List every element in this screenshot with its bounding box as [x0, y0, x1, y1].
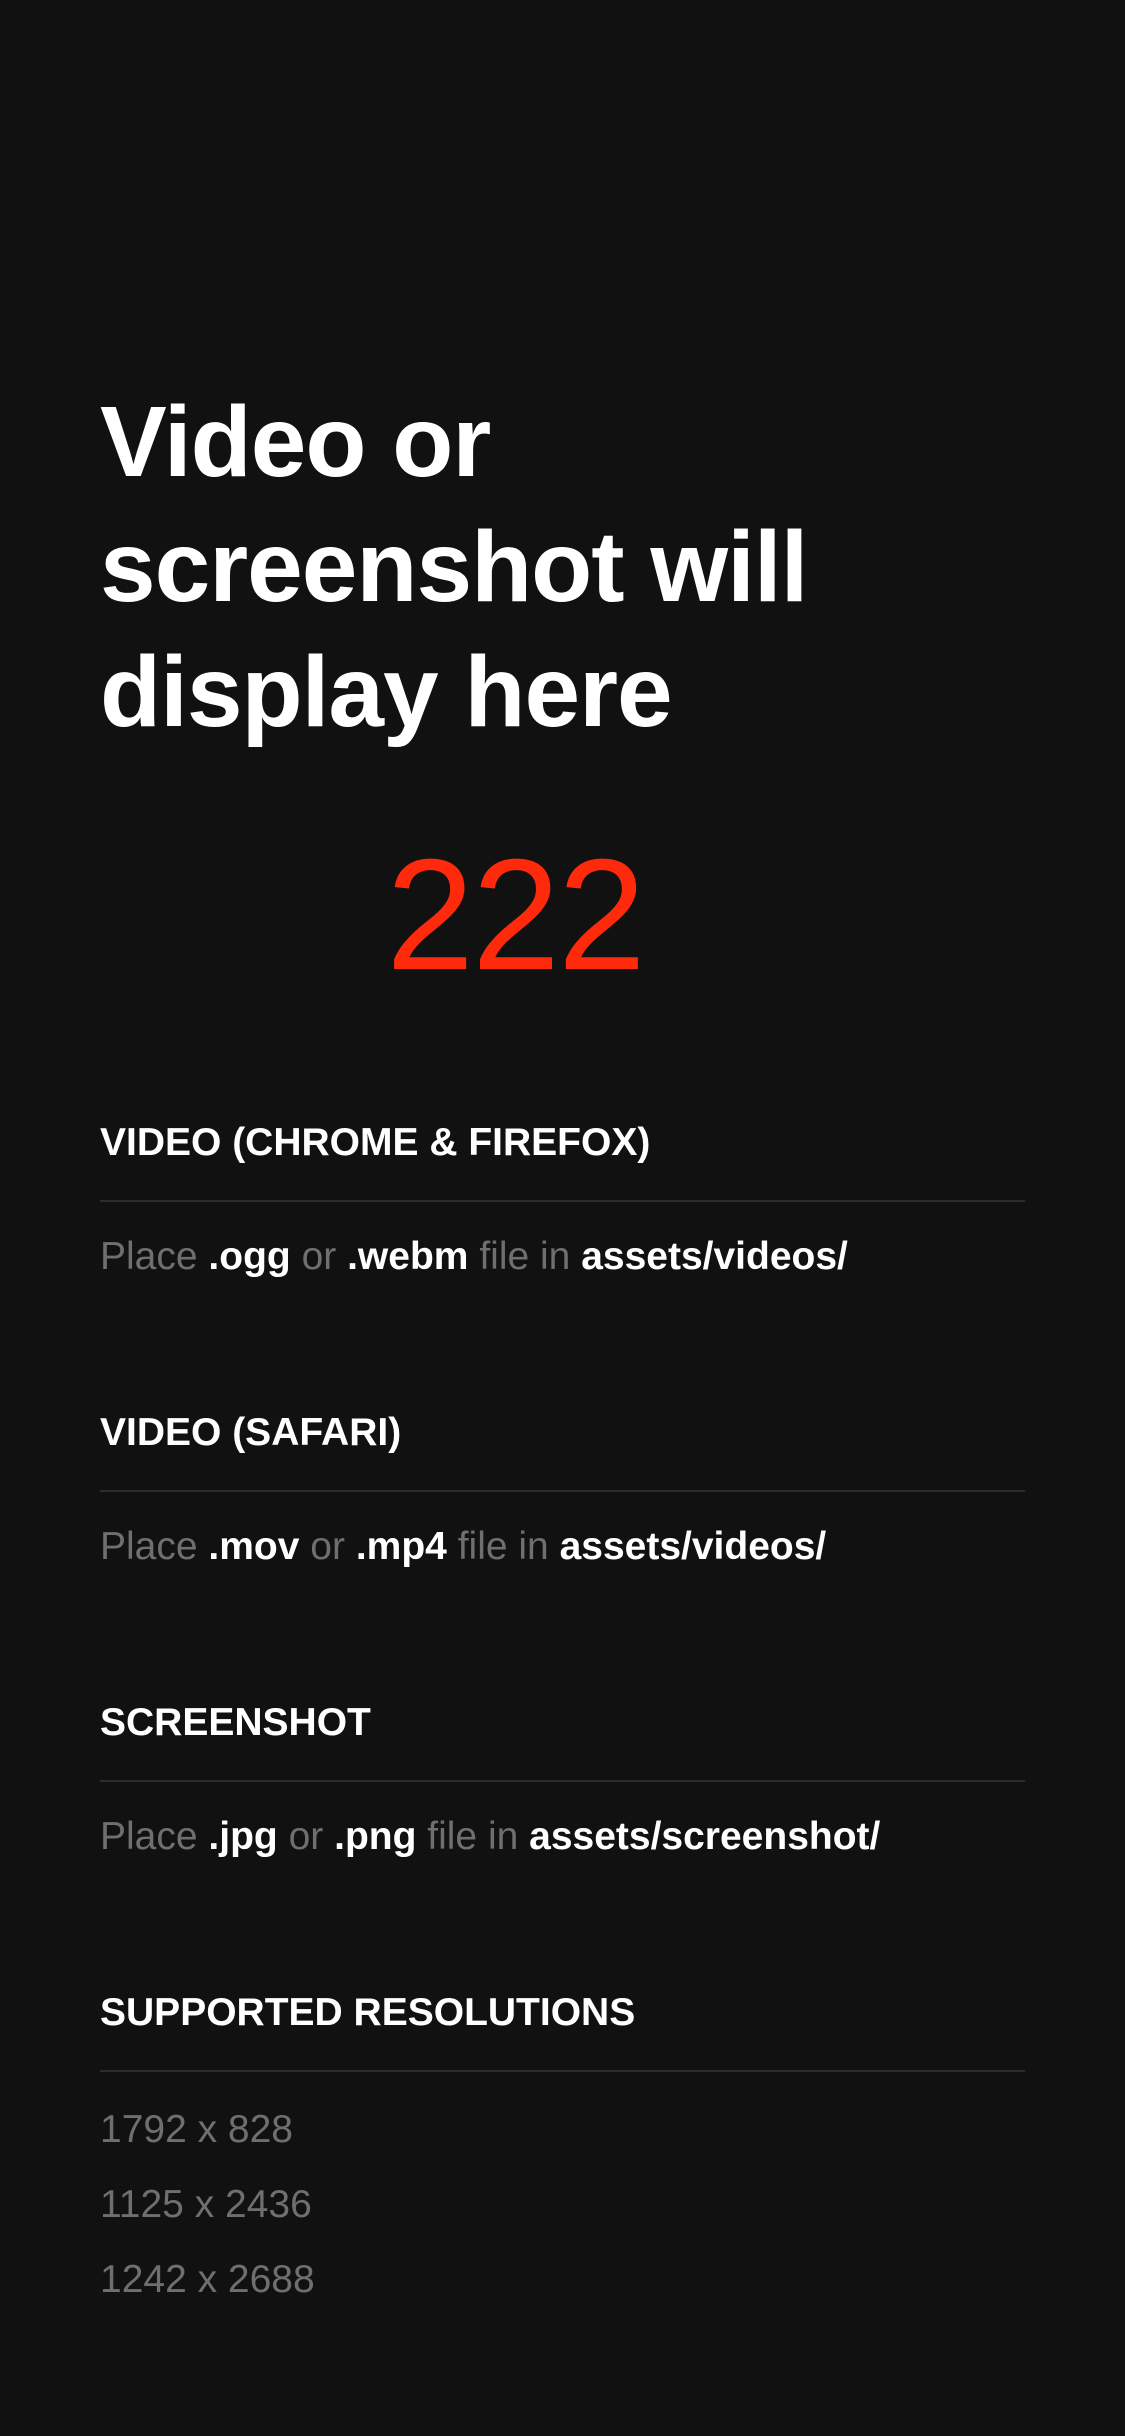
section-video-chrome-firefox: VIDEO (CHROME & FIREFOX) Place .ogg or .…: [100, 1118, 1025, 1282]
instruction-ext-secondary: .png: [334, 1815, 417, 1858]
resolution-item: 1125 x 2436: [100, 2183, 312, 2226]
instruction-file-in: file in: [457, 1525, 549, 1568]
section-instruction: Place .ogg or .webm file in assets/video…: [100, 1202, 1025, 1282]
section-title: VIDEO (CHROME & FIREFOX): [100, 1118, 1025, 1202]
section-title: VIDEO (SAFARI): [100, 1408, 1025, 1492]
instruction-or: or: [288, 1815, 324, 1858]
instruction-file-in: file in: [427, 1815, 519, 1858]
instruction-place: Place: [100, 1525, 198, 1568]
section-screenshot: SCREENSHOT Place .jpg or .png file in as…: [100, 1698, 1025, 1862]
placeholder-screen: Video or screenshot will display here 22…: [0, 0, 1125, 2436]
instruction-or: or: [301, 1235, 337, 1278]
instruction-ext-secondary: .webm: [347, 1235, 469, 1278]
section-title: SCREENSHOT: [100, 1698, 1025, 1782]
instruction-path: assets/videos/: [559, 1525, 827, 1568]
resolution-list: 1792 x 828 1125 x 2436 1242 x 2688: [100, 2072, 1025, 2317]
instruction-file-in: file in: [479, 1235, 571, 1278]
section-instruction: Place .mov or .mp4 file in assets/videos…: [100, 1492, 1025, 1572]
instruction-path: assets/screenshot/: [529, 1815, 881, 1858]
section-instruction: Place .jpg or .png file in assets/screen…: [100, 1782, 1025, 1862]
resolution-item: 1242 x 2688: [100, 2258, 315, 2301]
section-video-safari: VIDEO (SAFARI) Place .mov or .mp4 file i…: [100, 1408, 1025, 1572]
instruction-or: or: [310, 1525, 345, 1568]
instruction-ext-secondary: .mp4: [355, 1525, 447, 1568]
instruction-path: assets/videos/: [581, 1235, 848, 1278]
section-supported-resolutions: SUPPORTED RESOLUTIONS 1792 x 828 1125 x …: [100, 1988, 1025, 2317]
resolution-item: 1792 x 828: [100, 2108, 294, 2151]
counter-value: 222: [386, 827, 646, 1003]
instruction-place: Place: [100, 1815, 198, 1858]
instruction-ext-primary: .mov: [208, 1525, 300, 1568]
instruction-ext-primary: .jpg: [208, 1815, 278, 1858]
instruction-ext-primary: .ogg: [208, 1235, 291, 1278]
hero-title: Video or screenshot will display here: [100, 386, 808, 748]
instruction-place: Place: [100, 1235, 198, 1278]
section-title: SUPPORTED RESOLUTIONS: [100, 1988, 1025, 2072]
